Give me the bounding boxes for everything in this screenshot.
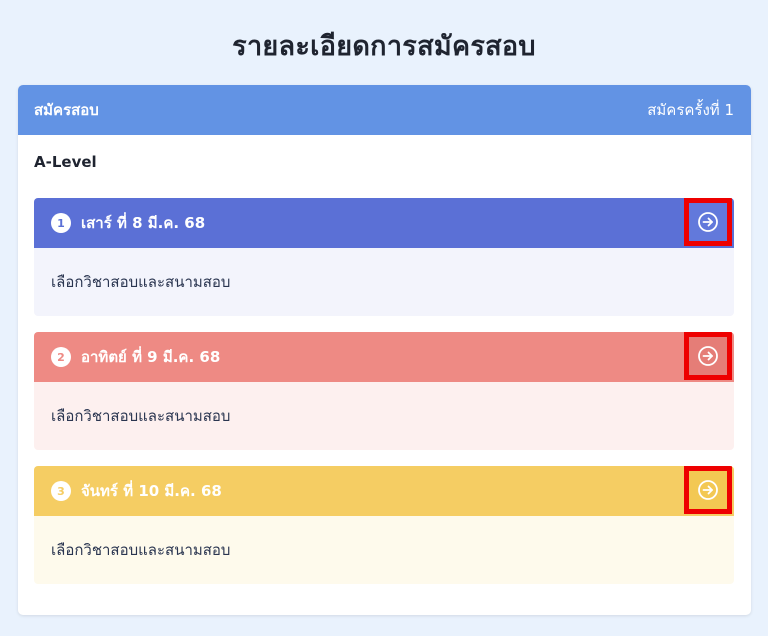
exam-day-title: อาทิตย์ ที่ 9 มี.ค. 68 — [81, 348, 221, 366]
select-subject-and-venue[interactable]: เลือกวิชาสอบและสนามสอบ — [34, 516, 734, 584]
select-subject-and-venue[interactable]: เลือกวิชาสอบและสนามสอบ — [34, 248, 734, 316]
open-day-button[interactable] — [684, 198, 732, 246]
exam-day-header: 3 จันทร์ ที่ 10 มี.ค. 68 — [34, 466, 734, 516]
exam-day-header: 2 อาทิตย์ ที่ 9 มี.ค. 68 — [34, 332, 734, 382]
page-title: รายละเอียดการสมัครสอบ — [232, 31, 536, 62]
open-day-button[interactable] — [684, 466, 732, 514]
open-day-button[interactable] — [684, 332, 732, 380]
exam-day-3: 3 จันทร์ ที่ 10 มี.ค. 68 เลือกวิชาสอบและ… — [34, 466, 734, 584]
exam-day-title: จันทร์ ที่ 10 มี.ค. 68 — [81, 482, 222, 500]
exam-level-label: A-Level — [34, 153, 97, 171]
card-header: สมัครสอบ สมัครครั้งที่ 1 — [18, 85, 751, 135]
exam-day-1: 1 เสาร์ ที่ 8 มี.ค. 68 เลือกวิชาสอบและสน… — [34, 198, 734, 316]
select-subject-and-venue[interactable]: เลือกวิชาสอบและสนามสอบ — [34, 382, 734, 450]
arrow-right-circle-icon — [698, 346, 718, 366]
day-number-badge: 3 — [51, 481, 71, 501]
arrow-right-circle-icon — [698, 212, 718, 232]
exam-day-2: 2 อาทิตย์ ที่ 9 มี.ค. 68 เลือกวิชาสอบและ… — [34, 332, 734, 450]
exam-day-title: เสาร์ ที่ 8 มี.ค. 68 — [81, 214, 206, 232]
registration-card: สมัครสอบ สมัครครั้งที่ 1 A-Level 1 เสาร์… — [18, 85, 751, 615]
attempt-count: สมัครครั้งที่ 1 — [647, 101, 734, 119]
day-number-badge: 2 — [51, 347, 71, 367]
arrow-right-circle-icon — [698, 480, 718, 500]
exam-day-header: 1 เสาร์ ที่ 8 มี.ค. 68 — [34, 198, 734, 248]
card-header-title: สมัครสอบ — [34, 101, 99, 119]
day-number-badge: 1 — [51, 213, 71, 233]
